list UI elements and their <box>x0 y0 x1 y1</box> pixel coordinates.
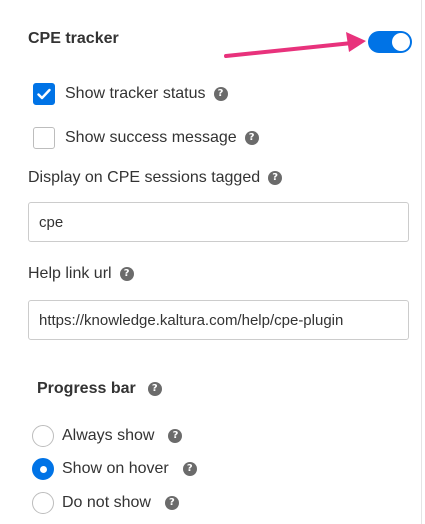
progress-bar-title-row: Progress bar ? <box>37 380 162 398</box>
checkmark-icon <box>37 88 51 100</box>
progress-bar-title: Progress bar <box>37 380 136 397</box>
show-success-message-label: Show success message <box>65 129 237 146</box>
cpe-tracker-toggle[interactable] <box>368 31 412 53</box>
help-icon[interactable]: ? <box>268 171 283 185</box>
help-link-label: Help link url <box>28 265 112 282</box>
tags-input[interactable]: cpe <box>28 202 409 242</box>
tags-field-label-row: Display on CPE sessions tagged ? <box>28 169 283 187</box>
help-icon[interactable]: ? <box>213 87 228 101</box>
show-success-message-checkbox[interactable] <box>33 127 55 149</box>
help-icon[interactable]: ? <box>244 131 259 145</box>
radio-button[interactable] <box>32 492 54 514</box>
toggle-knob <box>392 33 410 51</box>
section-title: CPE tracker <box>28 30 119 47</box>
tags-field-label: Display on CPE sessions tagged <box>28 169 261 186</box>
radio-always-show[interactable]: Always show ? <box>32 425 183 447</box>
help-icon[interactable]: ? <box>168 429 183 443</box>
radio-dot <box>39 465 47 473</box>
radio-label: Show on hover <box>62 460 169 477</box>
help-icon[interactable]: ? <box>164 496 179 510</box>
help-link-input[interactable]: https://knowledge.kaltura.com/help/cpe-p… <box>28 300 409 340</box>
radio-label: Always show <box>62 427 155 444</box>
show-tracker-status-checkbox[interactable] <box>33 83 55 105</box>
radio-button[interactable] <box>32 458 54 480</box>
show-tracker-status-option: Show tracker status ? <box>33 83 228 105</box>
radio-button[interactable] <box>32 425 54 447</box>
show-success-message-option: Show success message ? <box>33 127 259 149</box>
help-icon[interactable]: ? <box>119 267 134 281</box>
radio-label: Do not show <box>62 494 151 511</box>
help-link-label-row: Help link url ? <box>28 265 134 283</box>
help-icon[interactable]: ? <box>182 462 197 476</box>
help-icon[interactable]: ? <box>147 382 162 396</box>
radio-do-not-show[interactable]: Do not show ? <box>32 492 179 514</box>
settings-panel: CPE tracker Show tracker status ? Show s… <box>0 0 422 524</box>
radio-show-on-hover[interactable]: Show on hover ? <box>32 458 197 480</box>
show-tracker-status-label: Show tracker status <box>65 85 206 102</box>
